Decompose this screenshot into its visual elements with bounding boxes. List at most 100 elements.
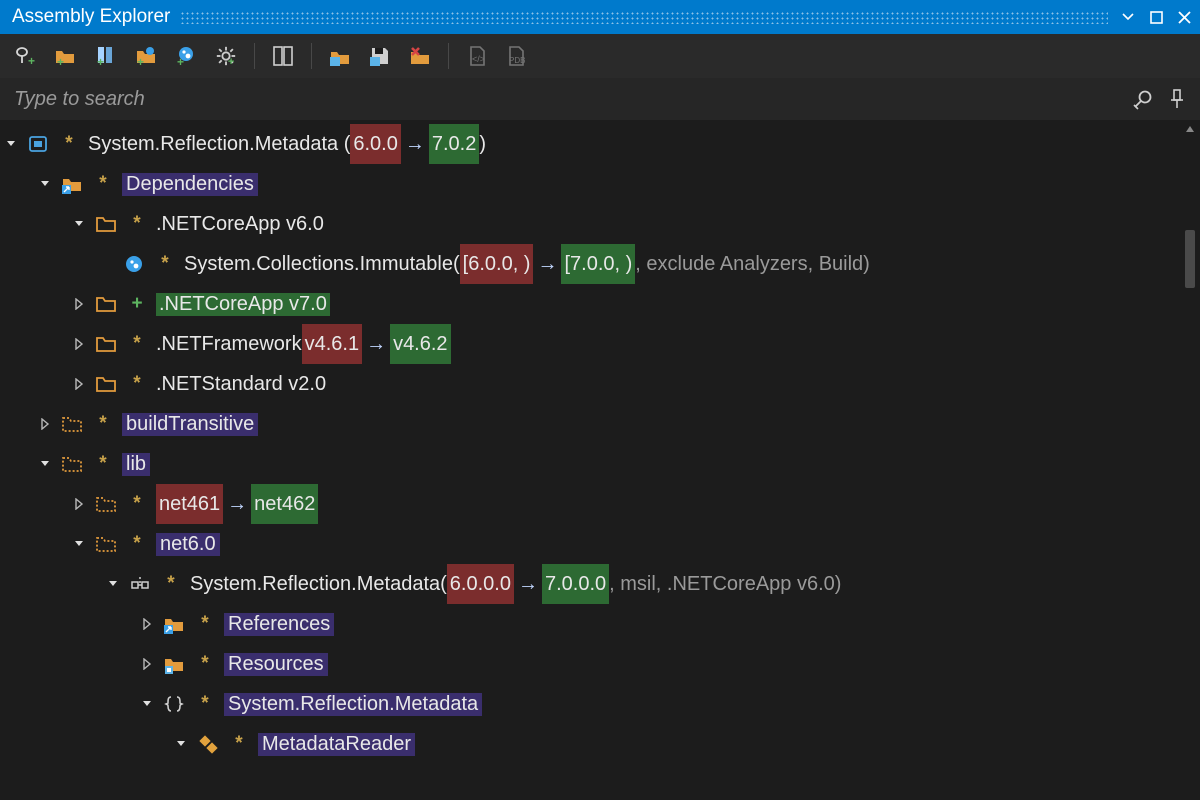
status-modified-icon: *: [162, 573, 180, 595]
status-modified-icon: *: [128, 213, 146, 235]
save-button[interactable]: [362, 38, 398, 74]
tree-node-type[interactable]: * MetadataReader: [2, 724, 1180, 764]
node-label: lib: [122, 453, 150, 476]
attach-button[interactable]: +: [8, 38, 44, 74]
expander-icon[interactable]: [36, 455, 54, 473]
toolbar-separator: [311, 43, 312, 69]
toolbar-separator: [448, 43, 449, 69]
node-label: .NETCoreApp v6.0: [156, 213, 324, 236]
version-old: 6.0.0: [350, 124, 400, 164]
folder-outline-icon: [60, 412, 84, 436]
folder-outline-icon: [60, 452, 84, 476]
vertical-scrollbar[interactable]: [1180, 120, 1200, 800]
arrow-icon: →: [401, 124, 429, 164]
version-old: 6.0.0.0: [447, 564, 514, 604]
open-assembly-button[interactable]: +: [88, 38, 124, 74]
scroll-up-icon[interactable]: [1180, 120, 1200, 138]
version-new: 7.0.2: [429, 124, 479, 164]
folder-outline-icon: [94, 532, 118, 556]
scroll-thumb[interactable]: [1185, 230, 1195, 288]
search-go-icon[interactable]: [1130, 86, 1156, 112]
status-modified-icon: *: [60, 133, 78, 155]
tree-node-dependencies[interactable]: * Dependencies: [2, 164, 1180, 204]
status-modified-icon: *: [128, 533, 146, 555]
node-suffix: , msil, .NETCoreApp v6.0): [609, 564, 841, 604]
expander-icon[interactable]: [70, 495, 88, 513]
status-modified-icon: *: [196, 653, 214, 675]
svg-text:PDB: PDB: [509, 56, 525, 65]
node-label: System.Reflection.Metadata: [224, 693, 482, 716]
tree-node-net60[interactable]: * net6.0: [2, 524, 1180, 564]
open-reference-button[interactable]: +: [128, 38, 164, 74]
status-modified-icon: *: [156, 253, 174, 275]
open-nuget-button[interactable]: +: [168, 38, 204, 74]
pin-icon[interactable]: [1164, 86, 1190, 112]
search-input[interactable]: [14, 88, 1122, 111]
tree-node-immutable[interactable]: * System.Collections.Immutable ( [6.0.0,…: [2, 244, 1180, 284]
tree-node-netcoreapp7[interactable]: + .NETCoreApp v7.0: [2, 284, 1180, 324]
folder-shortcut-icon: [60, 172, 84, 196]
tree-node-net46x[interactable]: * net461 → net462: [2, 484, 1180, 524]
tree-node-buildtransitive[interactable]: * buildTransitive: [2, 404, 1180, 444]
tree-view[interactable]: * System.Reflection.Metadata ( 6.0.0 → 7…: [0, 120, 1180, 800]
package-icon: [26, 132, 50, 156]
node-label: Resources: [224, 653, 328, 676]
arrow-icon: →: [223, 484, 251, 524]
node-label: Dependencies: [122, 173, 258, 196]
version-old: net461: [156, 484, 223, 524]
open-folder-button[interactable]: +: [48, 38, 84, 74]
folder-icon: [94, 292, 118, 316]
tree-node-lib[interactable]: * lib: [2, 444, 1180, 484]
node-label: net6.0: [156, 533, 220, 556]
svg-text:+: +: [177, 55, 184, 68]
expander-icon[interactable]: [2, 135, 20, 153]
expander-icon[interactable]: [36, 415, 54, 433]
package-button[interactable]: [322, 38, 358, 74]
arrow-icon: →: [362, 324, 390, 364]
expander-icon[interactable]: [138, 615, 156, 633]
tree-node-references[interactable]: * References: [2, 604, 1180, 644]
search-row: [0, 78, 1200, 120]
expander-icon[interactable]: [138, 695, 156, 713]
node-suffix: , exclude Analyzers, Build): [635, 244, 870, 284]
expander-icon[interactable]: [36, 175, 54, 193]
node-label: .NETCoreApp v7.0: [156, 293, 330, 316]
remove-button[interactable]: [402, 38, 438, 74]
tree-node-assembly[interactable]: * System.Reflection.Metadata ( 6.0.0.0 →…: [2, 564, 1180, 604]
tree-node-package-root[interactable]: * System.Reflection.Metadata ( 6.0.0 → 7…: [2, 124, 1180, 164]
version-old: v4.6.1: [302, 324, 362, 364]
titlebar-texture: [180, 0, 1108, 34]
arrow-icon: →: [514, 564, 542, 604]
expander-icon[interactable]: [70, 375, 88, 393]
window-close-button[interactable]: [1174, 7, 1194, 27]
export-xml-button[interactable]: </>: [459, 38, 495, 74]
settings-button[interactable]: +: [208, 38, 244, 74]
version-new: net462: [251, 484, 318, 524]
node-label: System.Reflection.Metadata: [88, 124, 338, 164]
status-modified-icon: *: [230, 733, 248, 755]
node-label: MetadataReader: [258, 733, 415, 756]
tree-node-resources[interactable]: * Resources: [2, 644, 1180, 684]
expander-icon[interactable]: [172, 735, 190, 753]
status-added-icon: +: [128, 293, 146, 315]
nuget-icon: [122, 252, 146, 276]
layout-button[interactable]: [265, 38, 301, 74]
resources-icon: [162, 652, 186, 676]
export-pdb-button[interactable]: PDB: [499, 38, 535, 74]
expander-icon[interactable]: [70, 335, 88, 353]
tree-node-netstandard[interactable]: * .NETStandard v2.0: [2, 364, 1180, 404]
window-menu-button[interactable]: [1118, 7, 1138, 27]
tree-node-namespace[interactable]: * System.Reflection.Metadata: [2, 684, 1180, 724]
range-new: [7.0.0, ): [561, 244, 635, 284]
folder-icon: [94, 372, 118, 396]
expander-icon[interactable]: [70, 215, 88, 233]
arrow-icon: →: [533, 244, 561, 284]
tree-node-netcoreapp6[interactable]: * .NETCoreApp v6.0: [2, 204, 1180, 244]
expander-icon[interactable]: [104, 575, 122, 593]
expander-icon[interactable]: [70, 535, 88, 553]
expander-icon[interactable]: [70, 295, 88, 313]
tree-node-netframework[interactable]: * .NETFramework v4.6.1 → v4.6.2: [2, 324, 1180, 364]
svg-text:+: +: [97, 55, 104, 68]
window-maximize-button[interactable]: [1146, 7, 1166, 27]
expander-icon[interactable]: [138, 655, 156, 673]
